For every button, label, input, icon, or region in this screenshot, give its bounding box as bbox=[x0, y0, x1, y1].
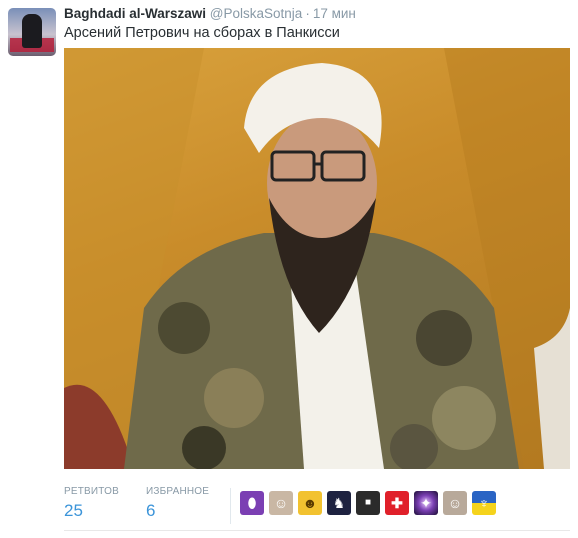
tweet-header: Baghdadi al-Warszawi @PolskaSotnja · 17 ми… bbox=[64, 6, 356, 21]
tweet-stats: РЕТВИТОВ 25 ИЗБРАННОЕ 6 ⬮ ☺ ☻ ♞ ■ ✚ ✦ ☺ … bbox=[64, 486, 570, 526]
tweet-photo[interactable] bbox=[64, 48, 570, 469]
person-portrait-avatar-icon[interactable]: ☺ bbox=[269, 491, 293, 515]
tweet-timestamp[interactable]: 17 мин bbox=[313, 6, 356, 21]
user-avatar[interactable] bbox=[8, 8, 56, 56]
galaxy-avatar-icon[interactable]: ✦ bbox=[414, 491, 438, 515]
ukraine-coat-of-arms-avatar-icon[interactable]: ♆ bbox=[472, 491, 496, 515]
avatar-figure-shape bbox=[22, 14, 42, 48]
retweets-label: РЕТВИТОВ bbox=[64, 486, 120, 497]
dark-figure-avatar-icon[interactable]: ♞ bbox=[327, 491, 351, 515]
purple-oval-avatar-icon[interactable]: ⬮ bbox=[240, 491, 264, 515]
header-separator: · bbox=[305, 6, 310, 21]
retweets-stat[interactable]: РЕТВИТОВ 25 bbox=[64, 486, 119, 521]
retweets-count: 25 bbox=[64, 501, 83, 520]
yellow-cartoon-avatar-icon[interactable]: ☻ bbox=[298, 491, 322, 515]
photo-illustration bbox=[64, 48, 570, 469]
favorites-stat[interactable]: ИЗБРАННОЕ 6 bbox=[146, 486, 209, 521]
favorites-count: 6 bbox=[146, 501, 156, 520]
tweet-text: Арсений Петрович на сборах в Панкисси bbox=[64, 25, 340, 41]
author-username[interactable]: @PolskaSotnja bbox=[210, 6, 303, 21]
tweet: Baghdadi al-Warszawi @PolskaSotnja · 17 ми… bbox=[0, 0, 578, 538]
favorites-label: ИЗБРАННОЕ bbox=[146, 486, 210, 497]
stats-divider bbox=[230, 488, 231, 524]
man-portrait-avatar-icon[interactable]: ☺ bbox=[443, 491, 467, 515]
author-fullname[interactable]: Baghdadi al-Warszawi bbox=[64, 6, 206, 21]
swiss-cross-avatar-icon[interactable]: ✚ bbox=[385, 491, 409, 515]
tweet-bottom-divider bbox=[64, 530, 570, 531]
dark-logo-avatar-icon[interactable]: ■ bbox=[356, 491, 380, 515]
